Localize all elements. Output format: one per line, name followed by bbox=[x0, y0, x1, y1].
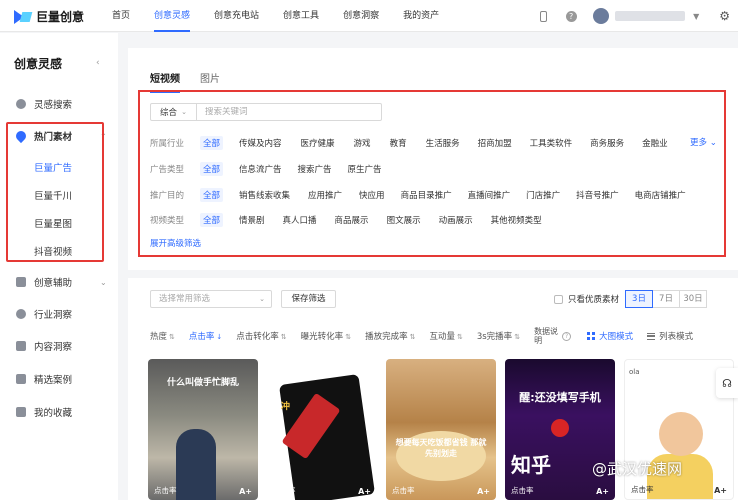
card-badge: 点击率 bbox=[154, 486, 177, 495]
sidebar-item-search[interactable]: 灵感搜索 bbox=[16, 97, 72, 111]
card-tag: A+ bbox=[714, 486, 727, 495]
top-bar: 巨量创意 首页 创意灵感 创意充电站 创意工具 创意洞察 我的资产 ? ▼ ⚙ bbox=[0, 0, 738, 32]
view-list-button[interactable]: 列表模式 bbox=[647, 330, 693, 342]
chevron-down-icon[interactable]: ▼ bbox=[693, 12, 699, 21]
sort-exposure-cvr[interactable]: 曝光转化率 ⇅ bbox=[301, 330, 351, 342]
list-icon bbox=[647, 332, 656, 340]
nav-home[interactable]: 首页 bbox=[112, 0, 130, 32]
sidebar-item-favorites[interactable]: 我的收藏 bbox=[16, 405, 72, 419]
bookmark-icon bbox=[16, 407, 26, 417]
highlight-box-sidebar bbox=[6, 122, 104, 262]
card-tag: A+ bbox=[596, 487, 609, 496]
grid-icon bbox=[587, 332, 596, 340]
card-badge: 点击率 bbox=[511, 486, 534, 495]
sidebar-item-cases[interactable]: 精选案例 bbox=[16, 372, 72, 386]
sort-row: 热度 ⇅ 点击率 ↓ 点击转化率 ⇅ 曝光转化率 ⇅ 播放完成率 ⇅ 互动量 ⇅ 3s完播率… bbox=[150, 327, 730, 345]
card-mini-text: ola bbox=[629, 368, 640, 376]
nav-charging-station[interactable]: 创意充电站 bbox=[214, 0, 259, 32]
sort-completion[interactable]: 播放完成率 ⇅ bbox=[365, 330, 415, 342]
video-card[interactable]: 想要每天吃饭都省钱 那就先别划走 点击率 A+ bbox=[386, 359, 496, 500]
headset-icon[interactable]: ☊ bbox=[716, 368, 738, 398]
top-right-tools: ? ▼ ⚙ bbox=[537, 0, 738, 32]
card-caption: 冲 bbox=[281, 402, 291, 412]
range-3d-button[interactable]: 3日 bbox=[625, 290, 653, 308]
nav-assets[interactable]: 我的资产 bbox=[403, 0, 439, 32]
nav-insight[interactable]: 创意洞察 bbox=[343, 0, 379, 32]
avatar[interactable] bbox=[593, 8, 610, 24]
card-tag: A+ bbox=[477, 487, 490, 496]
username-blurred[interactable] bbox=[615, 11, 686, 21]
range-7d-button[interactable]: 7日 bbox=[652, 290, 680, 308]
common-filter-select[interactable]: 选择常用筛选 ⌄ bbox=[150, 290, 272, 308]
logo-icon bbox=[14, 9, 32, 24]
filter-toolbar: 选择常用筛选 ⌄ 保存筛选 只看优质素材 3日 7日 30日 bbox=[150, 290, 730, 310]
logo-text: 巨量创意 bbox=[36, 10, 85, 24]
card-caption: 什么叫做手忙脚乱 bbox=[166, 378, 239, 388]
card-tag: A+ bbox=[239, 487, 252, 496]
data-description: 数据说明 bbox=[534, 327, 559, 345]
sidebar-item-assist[interactable]: 创意辅助 ⌄ bbox=[16, 275, 107, 289]
card-caption: 醒:还没填写手机 bbox=[519, 391, 601, 404]
nav-tools[interactable]: 创意工具 bbox=[283, 0, 319, 32]
content-icon bbox=[16, 341, 26, 351]
main-panel: 短视频 图片 综合⌄ 所属行业 全部 传媒及内容 医疗健康 游戏 教育 生活服务… bbox=[128, 48, 738, 500]
sidebar-item-content[interactable]: 内容洞察 bbox=[16, 339, 72, 353]
video-card[interactable]: 冲 点击率 A+ bbox=[267, 359, 377, 500]
main-nav: 首页 创意灵感 创意充电站 创意工具 创意洞察 我的资产 bbox=[112, 0, 463, 32]
card-caption: 想要每天吃饭都省钱 那就先别划走 bbox=[395, 438, 487, 458]
watermark: @武汉优速网 bbox=[592, 460, 683, 478]
chevron-down-icon: ⌄ bbox=[100, 277, 107, 287]
card-badge: 点击率 bbox=[273, 486, 296, 495]
search-icon bbox=[16, 99, 26, 109]
time-range-toggle: 3日 7日 30日 bbox=[625, 290, 707, 308]
quality-only-checkbox[interactable]: 只看优质素材 bbox=[554, 293, 619, 305]
sort-interaction[interactable]: 互动量 ⇅ bbox=[429, 330, 462, 342]
view-grid-button[interactable]: 大图模式 bbox=[587, 330, 633, 342]
range-30d-button[interactable]: 30日 bbox=[679, 290, 707, 308]
sort-heat[interactable]: 热度 ⇅ bbox=[150, 330, 175, 342]
warning-icon bbox=[551, 419, 569, 437]
nav-inspiration[interactable]: 创意灵感 bbox=[154, 0, 191, 32]
help-icon[interactable]: ? bbox=[565, 10, 577, 22]
sort-click-cvr[interactable]: 点击转化率 ⇅ bbox=[236, 330, 286, 342]
assist-icon bbox=[16, 277, 26, 287]
sort-ctr[interactable]: 点击率 ↓ bbox=[189, 330, 222, 342]
save-filter-button[interactable]: 保存筛选 bbox=[281, 290, 336, 308]
sort-3s-completion[interactable]: 3s完播率 ⇅ bbox=[477, 330, 520, 342]
sidebar: 创意灵感 ‹ 灵感搜索 热门素材 ⌃ 巨量广告 巨量千川 巨量星图 抖音视频 创… bbox=[0, 33, 118, 500]
checkbox-icon[interactable] bbox=[554, 294, 563, 304]
card-badge: 点击率 bbox=[631, 485, 654, 494]
sidebar-title: 创意灵感 bbox=[14, 57, 63, 71]
highlight-box-filters bbox=[138, 90, 726, 257]
info-icon[interactable]: ? bbox=[562, 331, 572, 341]
collapse-icon[interactable]: ‹ bbox=[96, 58, 100, 68]
sidebar-item-industry[interactable]: 行业洞察 bbox=[16, 307, 72, 321]
card-badge: 点击率 bbox=[392, 486, 415, 495]
card-tag: A+ bbox=[358, 487, 371, 496]
gear-icon[interactable]: ⚙ bbox=[719, 9, 730, 23]
video-card[interactable]: 什么叫做手忙脚乱 点击率 A+ bbox=[148, 359, 258, 500]
card-big-text: 知乎 bbox=[511, 453, 551, 477]
compass-icon bbox=[16, 309, 26, 319]
chevron-down-icon: ⌄ bbox=[259, 295, 265, 303]
logo[interactable]: 巨量创意 bbox=[14, 8, 84, 25]
case-icon bbox=[16, 374, 26, 384]
section-divider bbox=[128, 270, 738, 278]
phone-icon[interactable] bbox=[537, 10, 549, 22]
